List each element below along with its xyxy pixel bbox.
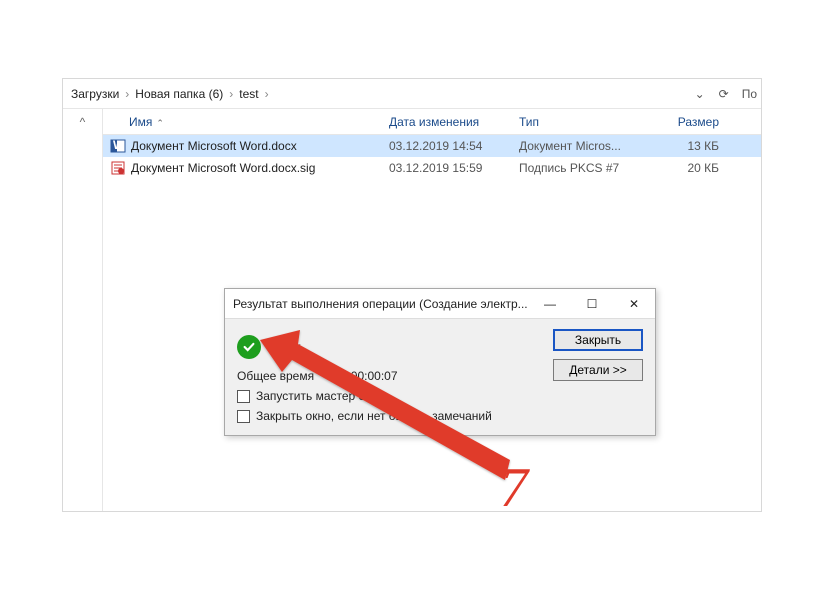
autoclose-checkbox[interactable]: Закрыть окно, если нет ошиб замечаний <box>237 409 643 423</box>
file-size: 13 КБ <box>649 139 729 153</box>
file-date: 03.12.2019 14:54 <box>389 139 519 153</box>
crumb-1[interactable]: Новая папка (6) <box>131 87 227 101</box>
col-size[interactable]: Размер <box>649 115 729 129</box>
file-row[interactable]: W Документ Microsoft Word.docx03.12.2019 … <box>103 135 761 157</box>
dialog-title: Результат выполнения операции (Создание … <box>225 297 529 311</box>
close-button[interactable]: Закрыть <box>553 329 643 351</box>
search-field-label[interactable]: По <box>736 87 757 101</box>
file-icon <box>109 159 127 177</box>
file-size: 20 КБ <box>649 161 729 175</box>
col-date[interactable]: Дата изменения <box>389 115 519 129</box>
success-icon <box>237 335 261 359</box>
file-icon: W <box>109 137 127 155</box>
file-name: Документ Microsoft Word.docx.sig <box>131 161 389 175</box>
chevron-right-icon: › <box>263 87 271 101</box>
col-type[interactable]: Тип <box>519 115 649 129</box>
annotation-number: 7 <box>500 456 528 520</box>
breadcrumb[interactable]: Загрузки › Новая папка (6) › test › ⌄ ⟳ … <box>63 79 761 109</box>
nav-pane[interactable]: ^ <box>63 109 103 511</box>
crumb-2[interactable]: test <box>235 87 262 101</box>
col-name[interactable]: Имя⌃ <box>129 115 389 129</box>
relaunch-wizard-checkbox[interactable]: Запустить мастер сн <box>237 389 643 403</box>
chevron-right-icon: › <box>123 87 131 101</box>
column-headers[interactable]: Имя⌃ Дата изменения Тип Размер <box>103 109 761 135</box>
file-name: Документ Microsoft Word.docx <box>131 139 389 153</box>
dropdown-icon[interactable]: ⌄ <box>688 82 712 106</box>
checkbox-icon <box>237 410 250 423</box>
result-dialog: Результат выполнения операции (Создание … <box>224 288 656 436</box>
file-type: Подпись PKCS #7 <box>519 161 649 175</box>
maximize-button[interactable]: ☐ <box>571 289 613 319</box>
dialog-titlebar[interactable]: Результат выполнения операции (Создание … <box>225 289 655 319</box>
refresh-icon[interactable]: ⟳ <box>712 82 736 106</box>
file-type: Документ Micros... <box>519 139 649 153</box>
checkbox-icon <box>237 390 250 403</box>
minimize-button[interactable]: — <box>529 289 571 319</box>
svg-text:W: W <box>113 138 125 152</box>
crumb-0[interactable]: Загрузки <box>67 87 123 101</box>
chevron-right-icon: › <box>227 87 235 101</box>
details-button[interactable]: Детали >> <box>553 359 643 381</box>
sort-icon: ⌃ <box>156 118 164 128</box>
status-text: Успех <box>269 340 301 354</box>
file-date: 03.12.2019 15:59 <box>389 161 519 175</box>
close-icon[interactable]: ✕ <box>613 289 655 319</box>
file-row[interactable]: Документ Microsoft Word.docx.sig03.12.20… <box>103 157 761 179</box>
